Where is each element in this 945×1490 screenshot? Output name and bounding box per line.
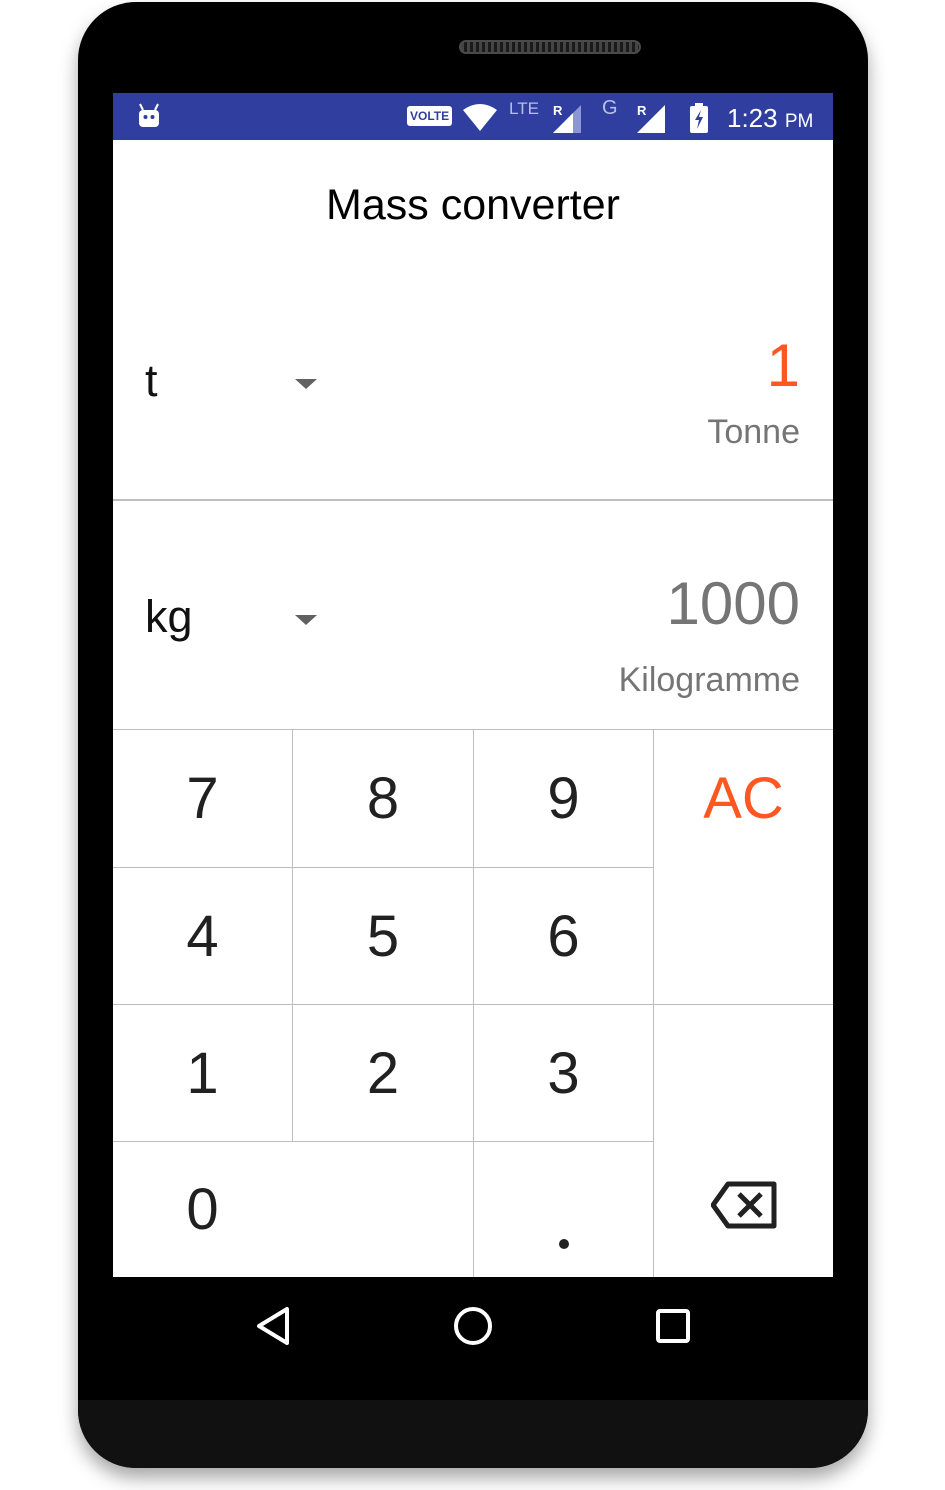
- key-0[interactable]: 0: [113, 1142, 292, 1277]
- grid-line: [113, 867, 653, 868]
- back-triangle-icon[interactable]: [255, 1306, 291, 1346]
- decimal-point-key[interactable]: .: [474, 1142, 653, 1277]
- home-circle-icon[interactable]: [453, 1306, 493, 1346]
- grid-line: [292, 730, 293, 1141]
- from-unit-symbol: t: [145, 355, 158, 406]
- network-g-label: G: [602, 97, 618, 119]
- from-unit-dropdown[interactable]: t: [145, 355, 365, 415]
- lte-label: LTE: [509, 99, 539, 118]
- clock: 1:23 PM: [727, 103, 814, 133]
- key-4[interactable]: 4: [113, 868, 292, 1004]
- battery-charging-icon: [690, 103, 708, 133]
- signal-icon-2: [637, 105, 665, 133]
- all-clear-button[interactable]: AC: [654, 730, 833, 867]
- from-unit-name: Tonne: [707, 413, 800, 451]
- key-8[interactable]: 8: [293, 730, 473, 867]
- backspace-button[interactable]: [654, 1142, 833, 1277]
- from-unit-row: t 1 Tonne: [113, 283, 833, 501]
- status-bar: VOLTE LTE R G R 1:23 PM: [113, 93, 833, 140]
- to-unit-dropdown[interactable]: kg: [145, 591, 365, 651]
- key-2[interactable]: 2: [293, 1005, 473, 1141]
- android-notification-icon: [139, 103, 159, 127]
- screen: VOLTE LTE R G R 1:23 PM Mass converter t…: [113, 93, 833, 1277]
- phone-chin: [78, 1400, 868, 1468]
- recents-square-icon[interactable]: [655, 1308, 691, 1344]
- chevron-down-icon: [295, 379, 317, 389]
- key-1[interactable]: 1: [113, 1005, 292, 1141]
- navigation-bar: [113, 1277, 833, 1377]
- chevron-down-icon: [295, 615, 317, 625]
- volte-badge: VOLTE: [407, 106, 453, 126]
- to-unit-name: Kilogramme: [618, 661, 800, 699]
- signal-icon-1: [553, 105, 581, 133]
- key-0-extension[interactable]: [293, 1142, 473, 1277]
- backspace-icon: [710, 1181, 776, 1228]
- to-unit-row: kg 1000 Kilogramme: [113, 501, 833, 731]
- key-5[interactable]: 5: [293, 868, 473, 1004]
- grid-line: [113, 1004, 833, 1005]
- key-blank-right: [654, 868, 833, 1004]
- from-value[interactable]: 1: [767, 331, 800, 400]
- decimal-point-label: .: [474, 1237, 653, 1251]
- key-7[interactable]: 7: [113, 730, 292, 867]
- to-unit-symbol: kg: [145, 591, 193, 642]
- key-6[interactable]: 6: [474, 868, 653, 1004]
- to-value[interactable]: 1000: [667, 569, 800, 638]
- wifi-icon: [463, 104, 497, 131]
- earpiece-speaker: [459, 40, 641, 54]
- key-3[interactable]: 3: [474, 1005, 653, 1141]
- key-9[interactable]: 9: [474, 730, 653, 867]
- keypad: 7 8 9 AC 4 5 6 1 2 3 0 .: [113, 730, 833, 1277]
- grid-line: [113, 1141, 653, 1142]
- page-title: Mass converter: [326, 181, 620, 229]
